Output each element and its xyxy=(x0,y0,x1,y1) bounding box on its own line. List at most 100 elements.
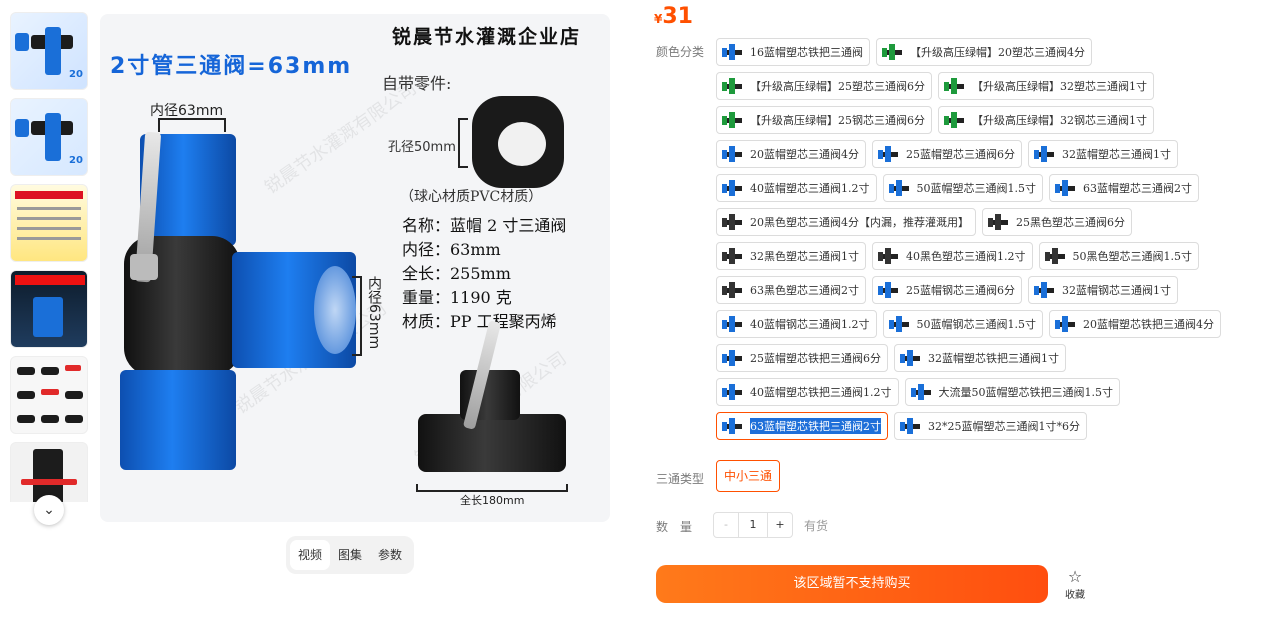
thumbnail-1[interactable]: 20 xyxy=(10,12,88,90)
sku-option[interactable]: 【升级高压绿帽】32塑芯三通阀1寸 xyxy=(938,72,1154,100)
valve-thumbnail-icon xyxy=(720,347,744,369)
sku-row: 32黑色塑芯三通阀1寸 40黑色塑芯三通阀1.2寸 50黑色塑芯三通阀1.5寸 xyxy=(716,242,1256,270)
sku-row: 63黑色塑芯三通阀2寸 25蓝帽钢芯三通阀6分 32蓝帽钢芯三通阀1寸 xyxy=(716,276,1256,304)
sku-option-label: 【升级高压绿帽】25钢芯三通阀6分 xyxy=(750,114,925,127)
tee-type-option[interactable]: 中小三通 xyxy=(716,460,781,492)
favorite-label: 收藏 xyxy=(1065,590,1085,601)
sku-option[interactable]: 32蓝帽塑芯三通阀1寸 xyxy=(1028,140,1178,168)
chevron-down-icon[interactable]: ⌄ xyxy=(34,495,64,525)
valve-thumbnail-icon xyxy=(720,381,744,403)
valve-thumbnail-icon xyxy=(720,41,744,63)
product-size-title: 2寸管三通阀=63mm xyxy=(110,54,353,79)
sku-option[interactable]: 【升级高压绿帽】25塑芯三通阀6分 xyxy=(716,72,932,100)
thumbnail-badge: 20 xyxy=(69,155,83,166)
valve-thumbnail-icon xyxy=(720,211,744,233)
sku-option[interactable]: 【升级高压绿帽】20塑芯三通阀4分 xyxy=(876,38,1092,66)
sku-option[interactable]: 40黑色塑芯三通阀1.2寸 xyxy=(872,242,1033,270)
sku-row: 63蓝帽塑芯铁把三通阀2寸 32*25蓝帽塑芯三通阀1寸*6分 xyxy=(716,412,1256,440)
tab-video[interactable]: 视频 xyxy=(290,540,331,570)
sku-option[interactable]: 20蓝帽塑芯铁把三通阀4分 xyxy=(1049,310,1221,338)
valve-thumbnail-icon xyxy=(942,109,966,131)
tab-gallery[interactable]: 图集 xyxy=(330,540,370,570)
spec-material: 材质：PP 工程聚丙烯 xyxy=(402,312,557,331)
valve-thumbnail-icon xyxy=(898,415,922,437)
thumbnail-4[interactable] xyxy=(10,270,88,348)
sku-option[interactable]: 32黑色塑芯三通阀1寸 xyxy=(716,242,866,270)
sku-option[interactable]: 【升级高压绿帽】32钢芯三通阀1寸 xyxy=(938,106,1154,134)
quantity-label: 数 量 xyxy=(656,520,693,534)
sku-option-label: 63蓝帽塑芯铁把三通阀2寸 xyxy=(750,418,881,434)
valve-thumbnail-icon xyxy=(720,245,744,267)
sku-option-label: 50蓝帽塑芯三通阀1.5寸 xyxy=(916,182,1037,195)
sku-option[interactable]: 50黑色塑芯三通阀1.5寸 xyxy=(1038,242,1199,270)
buy-button[interactable]: 该区域暂不支持购买 xyxy=(656,565,1048,603)
valve-thumbnail-icon xyxy=(876,245,900,267)
sku-option[interactable]: 63蓝帽塑芯铁把三通阀2寸 xyxy=(716,412,888,440)
sku-option[interactable]: 40蓝帽塑芯铁把三通阀1.2寸 xyxy=(716,378,899,406)
sku-option[interactable]: 32蓝帽塑芯铁把三通阀1寸 xyxy=(894,344,1066,372)
sku-option[interactable]: 63黑色塑芯三通阀2寸 xyxy=(716,276,866,304)
quantity-input[interactable]: 1 xyxy=(738,513,768,537)
sku-option[interactable]: 25蓝帽钢芯三通阀6分 xyxy=(872,276,1022,304)
sku-option[interactable]: 40蓝帽塑芯三通阀1.2寸 xyxy=(716,174,877,202)
sku-option[interactable]: 20黑色塑芯三通阀4分【内漏，推荐灌溉用】 xyxy=(716,208,976,236)
sku-option-label: 32*25蓝帽塑芯三通阀1寸*6分 xyxy=(928,420,1080,433)
tab-params[interactable]: 参数 xyxy=(370,540,410,570)
valve-thumbnail-icon xyxy=(1043,245,1067,267)
valve-thumbnail-icon xyxy=(986,211,1010,233)
quantity-minus-button[interactable]: - xyxy=(714,513,738,537)
sku-option-label: 25蓝帽塑芯三通阀6分 xyxy=(906,148,1015,161)
sku-options: 16蓝帽塑芯铁把三通阀 【升级高压绿帽】20塑芯三通阀4分【升级高压绿帽】25塑芯… xyxy=(716,38,1256,446)
sku-option-label: 32蓝帽塑芯铁把三通阀1寸 xyxy=(928,352,1059,365)
sku-option-label: 40蓝帽钢芯三通阀1.2寸 xyxy=(750,318,870,331)
valve-thumbnail-icon xyxy=(1053,313,1077,335)
sku-row: 40蓝帽塑芯三通阀1.2寸 50蓝帽塑芯三通阀1.5寸 63蓝帽塑芯三通阀2寸 xyxy=(716,174,1256,202)
stock-status: 有货 xyxy=(804,519,829,533)
hole-diameter-label: 孔径50mm xyxy=(388,140,456,155)
favorite-button[interactable]: ☆ 收藏 xyxy=(1060,568,1090,602)
sku-option[interactable]: 63蓝帽塑芯三通阀2寸 xyxy=(1049,174,1199,202)
quantity-stepper: - 1 + xyxy=(713,512,793,538)
valve-thumbnail-icon xyxy=(720,109,744,131)
sku-option[interactable]: 20蓝帽塑芯三通阀4分 xyxy=(716,140,866,168)
thumbnail-5[interactable] xyxy=(10,356,88,434)
sku-row: 【升级高压绿帽】25塑芯三通阀6分 【升级高压绿帽】32塑芯三通阀1寸 xyxy=(716,72,1256,100)
inner-diameter-side-label: 内径63mm xyxy=(366,276,382,350)
store-name: 锐晨节水灌溉企业店 xyxy=(392,26,582,48)
sku-option-label: 【升级高压绿帽】25塑芯三通阀6分 xyxy=(750,80,925,93)
spec-length: 全长：255mm xyxy=(402,264,511,283)
sku-row: 20黑色塑芯三通阀4分【内漏，推荐灌溉用】 25黑色塑芯三通阀6分 xyxy=(716,208,1256,236)
valve-thumbnail-icon xyxy=(887,177,911,199)
thumbnail-2[interactable]: 20 xyxy=(10,98,88,176)
sku-option[interactable]: 40蓝帽钢芯三通阀1.2寸 xyxy=(716,310,877,338)
sku-option[interactable]: 50蓝帽钢芯三通阀1.5寸 xyxy=(882,310,1043,338)
thumbnail-3[interactable] xyxy=(10,184,88,262)
sku-option[interactable]: 16蓝帽塑芯铁把三通阀 xyxy=(716,38,870,66)
sku-option[interactable]: 50蓝帽塑芯三通阀1.5寸 xyxy=(882,174,1043,202)
sku-option[interactable]: 25黑色塑芯三通阀6分 xyxy=(982,208,1132,236)
sku-option-label: 大流量50蓝帽塑芯铁把三通阀1.5寸 xyxy=(938,386,1114,399)
valve-bottom-fitting xyxy=(120,370,236,470)
sku-option[interactable]: 25蓝帽塑芯三通阀6分 xyxy=(872,140,1022,168)
spec-weight: 重量：1190 克 xyxy=(402,288,512,307)
valve-thumbnail-icon xyxy=(942,75,966,97)
sku-row: 40蓝帽钢芯三通阀1.2寸 50蓝帽钢芯三通阀1.5寸 20蓝帽塑芯铁把三通阀4分 xyxy=(716,310,1256,338)
inner-diameter-label: 内径63mm xyxy=(150,103,224,119)
sku-option[interactable]: 【升级高压绿帽】25钢芯三通阀6分 xyxy=(716,106,932,134)
sku-option-label: 25黑色塑芯三通阀6分 xyxy=(1016,216,1125,229)
quantity-plus-button[interactable]: + xyxy=(768,513,792,537)
thumbnail-6[interactable] xyxy=(10,442,88,502)
sku-option[interactable]: 32*25蓝帽塑芯三通阀1寸*6分 xyxy=(894,412,1087,440)
sku-option-label: 32蓝帽钢芯三通阀1寸 xyxy=(1062,284,1171,297)
sku-option[interactable]: 大流量50蓝帽塑芯铁把三通阀1.5寸 xyxy=(904,378,1120,406)
valve-thumbnail-icon xyxy=(887,313,911,335)
sku-option-label: 40蓝帽塑芯三通阀1.2寸 xyxy=(750,182,870,195)
price-value: 31 xyxy=(662,4,693,29)
length-label: 全长180mm xyxy=(460,494,525,507)
valve-thumbnail-icon xyxy=(720,177,744,199)
tee-type-label: 三通类型 xyxy=(656,472,705,486)
small-valve-image xyxy=(418,414,566,472)
sku-option[interactable]: 25蓝帽塑芯铁把三通阀6分 xyxy=(716,344,888,372)
sku-row: 20蓝帽塑芯三通阀4分 25蓝帽塑芯三通阀6分 32蓝帽塑芯三通阀1寸 xyxy=(716,140,1256,168)
sku-option[interactable]: 32蓝帽钢芯三通阀1寸 xyxy=(1028,276,1178,304)
